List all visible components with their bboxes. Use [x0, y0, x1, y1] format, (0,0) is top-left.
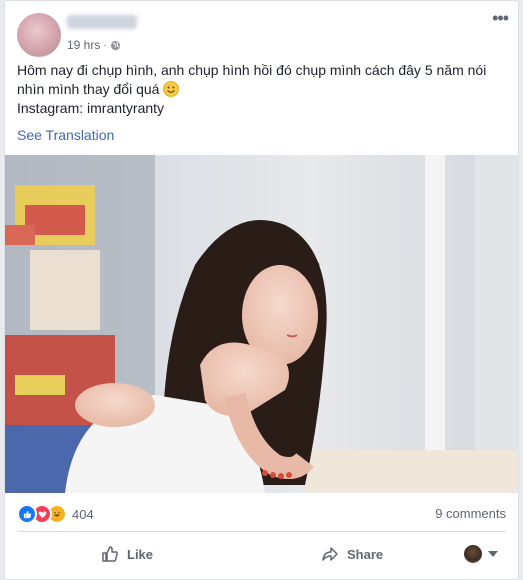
- share-button[interactable]: Share: [321, 545, 383, 563]
- author-name-blurred[interactable]: [67, 15, 137, 29]
- post-text-line-content: nhìn mình thay đổi quá: [17, 81, 160, 97]
- post-card: 19 hrs · ••• Hôm nay đi chụp hình, anh c…: [4, 0, 519, 580]
- like-reaction-icon: [17, 504, 37, 524]
- post-text-line: nhìn mình thay đổi quá: [17, 80, 507, 99]
- post-text-line: Hôm nay đi chụp hình, anh chụp hình hồi …: [17, 62, 487, 78]
- post-text: Hôm nay đi chụp hình, anh chụp hình hồi …: [17, 61, 507, 118]
- reacting-as-selector[interactable]: [464, 545, 498, 563]
- post-text-line: Instagram: imrantyranty: [17, 100, 165, 116]
- like-button[interactable]: Like: [101, 545, 153, 563]
- reaction-count[interactable]: 404: [72, 507, 94, 522]
- post-photo[interactable]: [5, 155, 518, 493]
- comments-count-link[interactable]: 9 comments: [435, 506, 506, 521]
- actions-divider: [17, 531, 506, 532]
- meta-separator: ·: [103, 39, 107, 51]
- reaction-summary[interactable]: 404: [17, 504, 94, 524]
- chevron-down-icon: [488, 551, 498, 557]
- post-meta: 19 hrs ·: [67, 38, 121, 52]
- post-actions: Like Share: [5, 537, 518, 571]
- share-arrow-icon: [322, 547, 338, 561]
- post-timestamp[interactable]: 19 hrs: [67, 38, 100, 52]
- like-label: Like: [127, 546, 154, 562]
- thumbs-up-icon: [102, 546, 118, 562]
- globe-icon[interactable]: [110, 40, 121, 51]
- more-options-icon[interactable]: •••: [492, 9, 509, 27]
- smiley-emoji-icon: [163, 81, 180, 97]
- user-avatar: [464, 545, 482, 563]
- author-avatar[interactable]: [17, 13, 61, 57]
- share-label: Share: [347, 546, 384, 562]
- see-translation-link[interactable]: See Translation: [17, 127, 114, 143]
